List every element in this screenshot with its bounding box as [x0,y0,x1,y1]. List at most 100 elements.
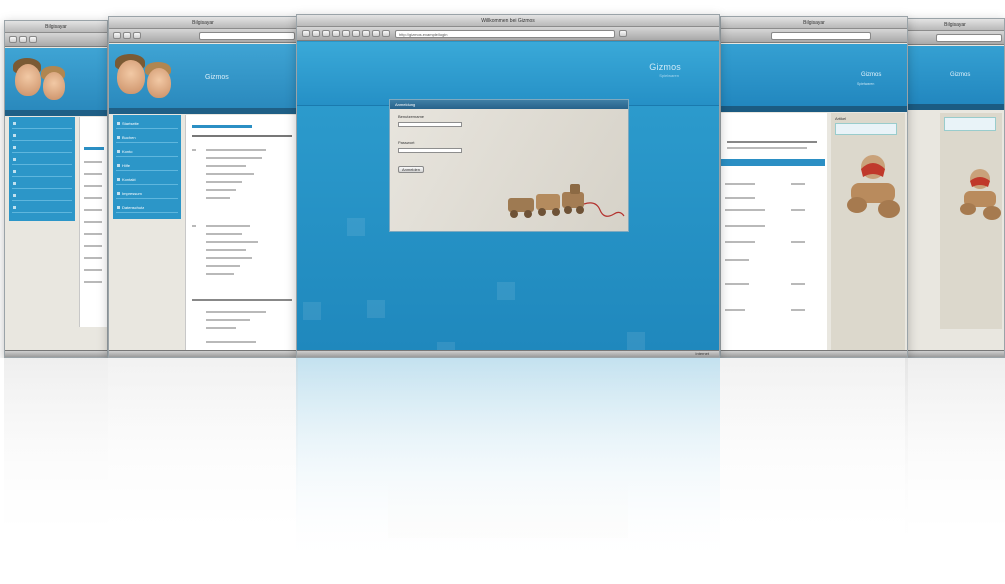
status-bar [109,350,297,357]
text-line [206,273,234,275]
sidebar-item[interactable] [12,191,72,201]
login-dialog: Anmeldung Benutzername Passwort Anmelden [389,99,629,232]
reload-button[interactable] [133,32,141,39]
table-row[interactable] [725,259,749,261]
history-button[interactable] [372,30,380,37]
browser-window-main: Willkommen bei Gizmos http://gizmos.exam… [296,14,720,358]
sidebar-item[interactable]: Datenschutz [116,203,178,213]
text-line [727,141,817,143]
text-line [84,209,102,211]
page-body: Gizmos Spielwaren Anmeldung Benutzername… [297,42,719,357]
text-line [206,189,236,191]
table-row[interactable] [725,225,765,227]
password-input[interactable] [398,148,462,153]
text-line [206,319,250,321]
text-line [84,221,102,223]
sidebar-item[interactable]: Impressum [116,189,178,199]
username-input[interactable] [398,122,462,127]
browser-window-mid-right: Bilgisayar Gizmos Spielwaren Artikel [720,16,908,358]
sidebar-item[interactable]: Buchen [116,133,178,143]
showcase-stage: Bilgisayar Bilgisayar Gizmos Startseite … [0,0,1005,584]
window-title: Bilgisayar [192,20,214,26]
photo-boy [117,60,145,94]
login-button[interactable]: Anmelden [398,166,424,173]
table-row[interactable] [725,309,745,311]
browser-toolbar [906,31,1004,45]
window-titlebar: Bilgisayar [5,21,107,33]
text-line [206,249,246,251]
text-line [84,281,102,283]
address-bar[interactable] [199,32,295,40]
browser-toolbar: http://gizmos.example/login [297,27,719,41]
text-line [206,225,250,227]
text-line [206,165,246,167]
sidebar-item[interactable] [12,131,72,141]
table-cell [791,209,805,211]
table-row[interactable] [725,209,765,211]
table-row[interactable] [725,283,749,285]
background-tile [347,218,365,236]
go-button[interactable] [619,30,627,37]
address-bar[interactable] [936,34,1002,42]
status-bar [5,350,107,357]
address-bar[interactable]: http://gizmos.example/login [395,30,615,38]
sidebar-nav [9,117,75,221]
top-nav-strip [109,108,297,114]
text-line [206,157,262,159]
background-tile [367,300,385,318]
sidebar-item[interactable] [12,203,72,213]
print-button[interactable] [362,30,370,37]
reload-button[interactable] [322,30,330,37]
browser-window-mid-left: Bilgisayar Gizmos Startseite Buchen Kont… [108,16,298,358]
reload-button[interactable] [29,36,37,43]
sidebar-item[interactable] [12,155,72,165]
sidebar-item[interactable]: Startseite [116,119,178,129]
table-cell [791,309,805,311]
text-line [206,197,230,199]
top-nav-strip [5,110,107,116]
panel-item[interactable] [835,123,897,135]
sidebar-item[interactable] [12,119,72,129]
background-tile [303,302,321,320]
status-zone: Internet [695,351,709,356]
photo-girl [147,68,171,98]
sidebar-item[interactable] [12,179,72,189]
table-row[interactable] [725,241,755,243]
site-tagline: Spielwaren [659,73,679,78]
text-line [84,173,102,175]
status-bar: Internet [297,350,719,357]
window-title: Bilgisayar [45,24,67,30]
site-header: Gizmos Spielwaren [721,44,907,106]
photo-girl [43,72,65,100]
text-line [206,327,236,329]
content-heading [192,125,252,128]
content-area [79,117,107,327]
text-line [84,269,102,271]
sidebar-item[interactable]: Hilfe [116,161,178,171]
text-line [206,257,252,259]
sidebar-item[interactable]: Konto [116,147,178,157]
toy-figure-image [960,169,1001,220]
table-row[interactable] [725,197,755,199]
address-bar[interactable] [771,32,871,40]
bookmark-button[interactable] [352,30,360,37]
panel-heading: Artikel [835,116,847,121]
site-logo: Gizmos [861,72,882,78]
table-row[interactable] [725,183,755,185]
sidebar-item[interactable] [12,143,72,153]
back-button[interactable] [113,32,121,39]
forward-button[interactable] [19,36,27,43]
home-button[interactable] [342,30,350,37]
text-line [84,245,102,247]
status-bar [906,350,1004,357]
sidebar-item[interactable]: Kontakt [116,175,178,185]
sidebar-item[interactable] [12,167,72,177]
browser-toolbar [109,29,297,43]
stop-button[interactable] [332,30,340,37]
forward-button[interactable] [312,30,320,37]
login-dialog-header: Anmeldung [390,100,628,109]
text-size-button[interactable] [382,30,390,37]
forward-button[interactable] [123,32,131,39]
back-button[interactable] [302,30,310,37]
back-button[interactable] [9,36,17,43]
